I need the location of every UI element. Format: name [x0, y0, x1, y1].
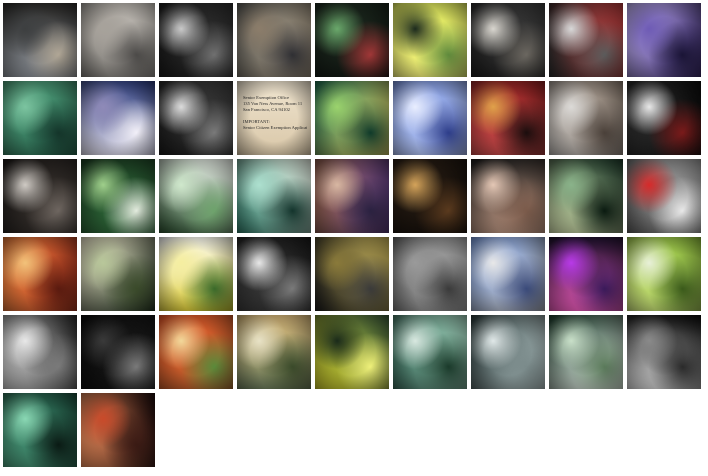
vignette-overlay — [627, 3, 701, 77]
vignette-overlay — [549, 3, 623, 77]
vignette-overlay — [471, 315, 545, 389]
thumbnail-concert-crowd[interactable] — [81, 393, 155, 467]
thumbnail-printed-page[interactable] — [471, 315, 545, 389]
thumbnail-white-blossom-tree[interactable] — [393, 81, 467, 155]
vignette-overlay — [237, 315, 311, 389]
thumbnail-beer-bottles[interactable] — [393, 159, 467, 233]
thumbnail-person-with-mask[interactable] — [159, 3, 233, 77]
vignette-overlay — [627, 81, 701, 155]
vignette-overlay — [237, 3, 311, 77]
thumbnail-dark-stairs[interactable] — [627, 315, 701, 389]
vignette-overlay — [471, 159, 545, 233]
thumbnail-spreadsheet-screen[interactable] — [315, 81, 389, 155]
vignette-overlay — [81, 237, 155, 311]
thumbnail-wine-glass[interactable] — [315, 159, 389, 233]
vignette-overlay — [315, 315, 389, 389]
thumbnail-green-curves[interactable] — [3, 393, 77, 467]
thumbnail-dumpling-plate[interactable] — [237, 315, 311, 389]
thumbnail-mixing-console[interactable] — [549, 3, 623, 77]
vignette-overlay — [3, 159, 77, 233]
thumbnail-device-on-yellow[interactable] — [315, 315, 389, 389]
thumbnail-purple-room[interactable] — [627, 3, 701, 77]
thumbnail-stacked-paper[interactable] — [549, 315, 623, 389]
vignette-overlay — [159, 81, 233, 155]
thumbnail-teacup[interactable] — [159, 159, 233, 233]
thumbnail-tax-document[interactable]: Senior Exemption Office 135 Van Ness Ave… — [237, 81, 311, 155]
vignette-overlay — [237, 237, 311, 311]
thumbnail-toy-figure[interactable] — [237, 159, 311, 233]
thumbnail-game-character[interactable] — [159, 81, 233, 155]
thumbnail-living-room[interactable] — [471, 3, 545, 77]
vignette-overlay — [393, 81, 467, 155]
thumbnail-red-room-tv[interactable] — [471, 81, 545, 155]
thumbnail-amplifier[interactable] — [81, 315, 155, 389]
thumbnail-rainy-window[interactable] — [393, 237, 467, 311]
thumbnail-red-outdoor-chairs[interactable] — [627, 159, 701, 233]
vignette-overlay — [549, 81, 623, 155]
vignette-overlay — [315, 159, 389, 233]
thumbnail-yellow-fruit[interactable] — [159, 237, 233, 311]
vignette-overlay — [237, 159, 311, 233]
thumbnail-pen-on-document[interactable] — [393, 315, 467, 389]
vignette-overlay — [549, 315, 623, 389]
thumbnail-bass-guitar[interactable] — [549, 159, 623, 233]
vignette-overlay — [315, 81, 389, 155]
vignette-overlay — [81, 315, 155, 389]
thumbnail-infrared-trees[interactable] — [237, 237, 311, 311]
vignette-overlay — [81, 159, 155, 233]
thumbnail-noodle-plate[interactable] — [159, 315, 233, 389]
thumbnail-soup-bowl[interactable] — [3, 237, 77, 311]
vignette-overlay — [159, 237, 233, 311]
vignette-overlay — [159, 315, 233, 389]
thumbnail-seaweed-salad[interactable] — [81, 159, 155, 233]
vignette-overlay — [393, 237, 467, 311]
vignette-overlay — [627, 315, 701, 389]
vignette-overlay — [3, 81, 77, 155]
thumbnail-keyboard-white[interactable] — [3, 315, 77, 389]
vignette-overlay — [549, 159, 623, 233]
thumbnail-raspberry-pi-boards[interactable] — [3, 3, 77, 77]
thumbnail-green-boots[interactable] — [393, 3, 467, 77]
thumbnail-sake-bottles[interactable] — [81, 237, 155, 311]
thumbnail-synthesizer[interactable] — [315, 237, 389, 311]
thumbnail-cocktail-glasses[interactable] — [315, 3, 389, 77]
vignette-overlay — [81, 3, 155, 77]
vignette-overlay — [549, 237, 623, 311]
thumbnail-green-screen[interactable] — [627, 237, 701, 311]
thumbnail-white-appliances[interactable] — [549, 81, 623, 155]
vignette-overlay — [315, 3, 389, 77]
thumbnail-blurred-lights[interactable] — [237, 3, 311, 77]
vignette-overlay — [627, 159, 701, 233]
thumbnail-pen-on-graph-paper[interactable] — [81, 81, 155, 155]
document-text: Senior Exemption Office 135 Van Ness Ave… — [243, 95, 307, 130]
vignette-overlay — [159, 3, 233, 77]
thumbnail-piano-keys[interactable] — [627, 81, 701, 155]
vignette-overlay — [159, 159, 233, 233]
vignette-overlay — [471, 3, 545, 77]
vignette-overlay — [3, 315, 77, 389]
thumbnail-portrait-face[interactable] — [471, 159, 545, 233]
vignette-overlay — [81, 81, 155, 155]
thumbnail-green-chairs[interactable] — [3, 81, 77, 155]
vignette-overlay — [81, 393, 155, 467]
vignette-overlay — [3, 393, 77, 467]
vignette-overlay — [627, 237, 701, 311]
thumbnail-stage-performer[interactable] — [549, 237, 623, 311]
vignette-overlay — [393, 3, 467, 77]
vignette-overlay — [3, 3, 77, 77]
thumbnail-city-building[interactable] — [471, 237, 545, 311]
vignette-overlay — [471, 81, 545, 155]
vignette-overlay — [471, 237, 545, 311]
vignette-overlay — [315, 237, 389, 311]
vignette-overlay — [393, 315, 467, 389]
vignette-overlay — [393, 159, 467, 233]
thumbnail-microphone-stand[interactable] — [81, 3, 155, 77]
photo-grid: Senior Exemption Office 135 Van Ness Ave… — [3, 3, 705, 473]
thumbnail-guitar-neck[interactable] — [3, 159, 77, 233]
vignette-overlay — [3, 237, 77, 311]
